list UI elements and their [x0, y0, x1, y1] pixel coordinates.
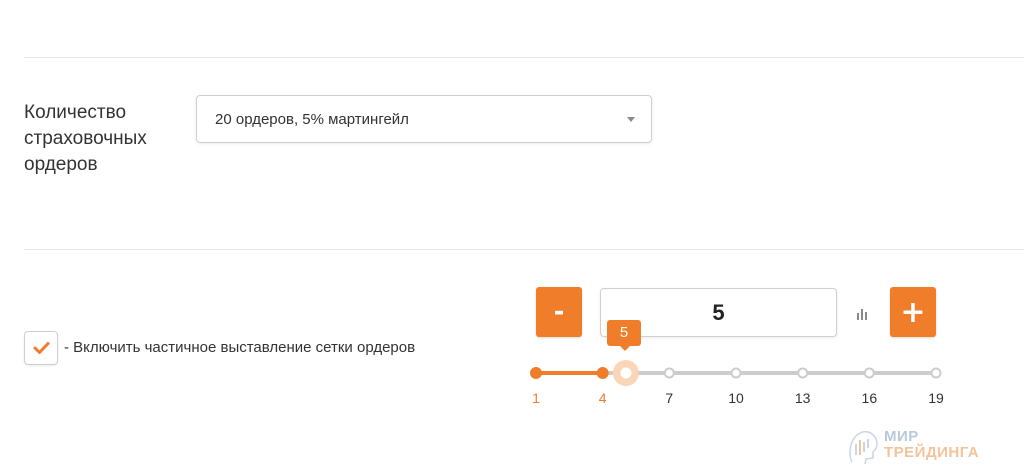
top-divider	[24, 57, 1024, 58]
slider-tick-label: 7	[665, 390, 674, 406]
checkmark-icon	[33, 342, 50, 354]
brand-watermark: МИР ТРЕЙДИНГА	[884, 429, 979, 461]
slider-tick	[797, 367, 809, 379]
slider-tick-label: 16	[861, 390, 878, 406]
stats-icon[interactable]	[856, 308, 870, 320]
orders-count-select-value: 20 ордеров, 5% мартингейл	[215, 111, 409, 128]
slider-tick-label: 10	[728, 390, 744, 406]
middle-divider	[24, 249, 1024, 250]
slider-tick	[663, 367, 675, 379]
slider-tooltip: 5	[607, 320, 641, 351]
brand-line-1: МИР	[884, 428, 919, 445]
brand-logo-icon	[849, 431, 878, 465]
orders-count-label: Количество страховочных ордеров	[24, 102, 147, 175]
slider-handle[interactable]	[620, 367, 632, 379]
slider-tick	[596, 367, 609, 379]
slider-tick	[530, 367, 542, 379]
partial-grid-label: - Включить частичное выставление сетки о…	[64, 339, 416, 356]
orders-count-select[interactable]: 20 ордеров, 5% мартингейл	[196, 95, 652, 143]
slider-tick-label: 19	[928, 390, 944, 406]
brand-line-2: ТРЕЙДИНГА	[884, 444, 980, 461]
decrement-button[interactable]: -	[536, 287, 582, 337]
partial-grid-checkbox[interactable]	[24, 331, 58, 365]
slider-tick	[863, 367, 875, 379]
slider-tick-label: 1	[532, 390, 540, 406]
caret-down-icon	[627, 117, 635, 122]
slider-tick	[730, 367, 742, 379]
slider-tick-label: 13	[794, 390, 811, 406]
increment-button[interactable]: +	[890, 287, 936, 337]
slider-tick	[930, 367, 942, 379]
slider-tick-label: 4	[598, 390, 607, 406]
